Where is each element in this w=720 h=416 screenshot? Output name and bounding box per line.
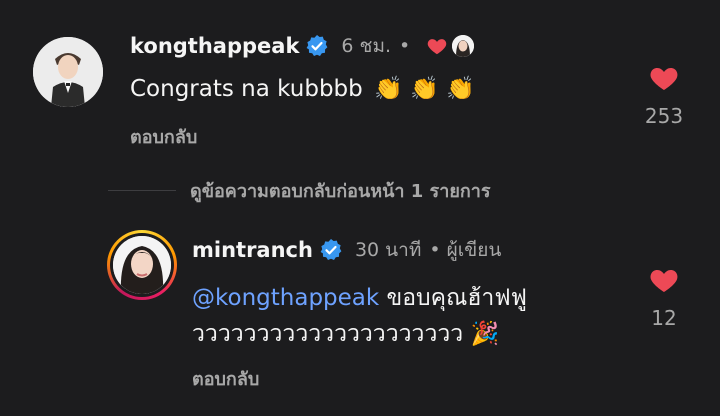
like-column: 12 [634, 264, 694, 330]
like-column: 253 [634, 62, 694, 128]
author-mini-avatar [452, 35, 475, 57]
reply-button[interactable]: ตอบกลับ [130, 122, 197, 151]
username[interactable]: mintranch [192, 238, 313, 262]
reply-button[interactable]: ตอบกลับ [192, 364, 259, 393]
like-count: 12 [651, 306, 677, 330]
like-heart-icon[interactable] [647, 264, 681, 296]
timestamp: 30 นาที [354, 239, 422, 261]
reply-message-line2: ววววววววววววววววววววว [192, 321, 464, 347]
mention-link[interactable]: @kongthappeak [192, 285, 379, 311]
clap-emojis: 👏 👏 👏 [374, 76, 475, 102]
liked-by-author [426, 35, 475, 57]
separator-dot: • [429, 239, 441, 261]
verified-badge-icon [307, 35, 328, 56]
comment-message: Congrats na kubbbb [130, 76, 363, 102]
avatar-mintranch [113, 236, 171, 294]
separator-dot: • [399, 35, 411, 57]
party-popper-emoji: 🎉 [470, 321, 500, 347]
view-previous-replies[interactable]: ดูข้อความตอบกลับก่อนหน้า 1 รายการ [108, 176, 491, 205]
divider-line [108, 190, 176, 191]
comment-text: Congrats na kubbbb 👏 👏 👏 [130, 71, 475, 107]
verified-badge-icon [320, 239, 342, 260]
profile-photo-icon [33, 37, 103, 107]
view-previous-replies-label[interactable]: ดูข้อความตอบกลับก่อนหน้า 1 รายการ [190, 176, 491, 205]
author-label: ผู้เขียน [446, 239, 502, 261]
profile-photo-icon [113, 236, 171, 294]
heart-icon [427, 39, 447, 55]
like-count: 253 [644, 104, 684, 128]
reply-text: @kongthappeak ขอบคุณฮ้าฟฟู ววววววววววววว… [192, 280, 527, 352]
like-heart-icon[interactable] [647, 62, 681, 94]
timestamp: 6 ชม. [341, 35, 392, 57]
username[interactable]: kongthappeak [130, 34, 299, 58]
story-ring[interactable] [107, 230, 177, 300]
reply-message-line1: ขอบคุณฮ้าฟฟู [386, 285, 527, 311]
avatar-kongthappeak[interactable] [33, 37, 103, 107]
